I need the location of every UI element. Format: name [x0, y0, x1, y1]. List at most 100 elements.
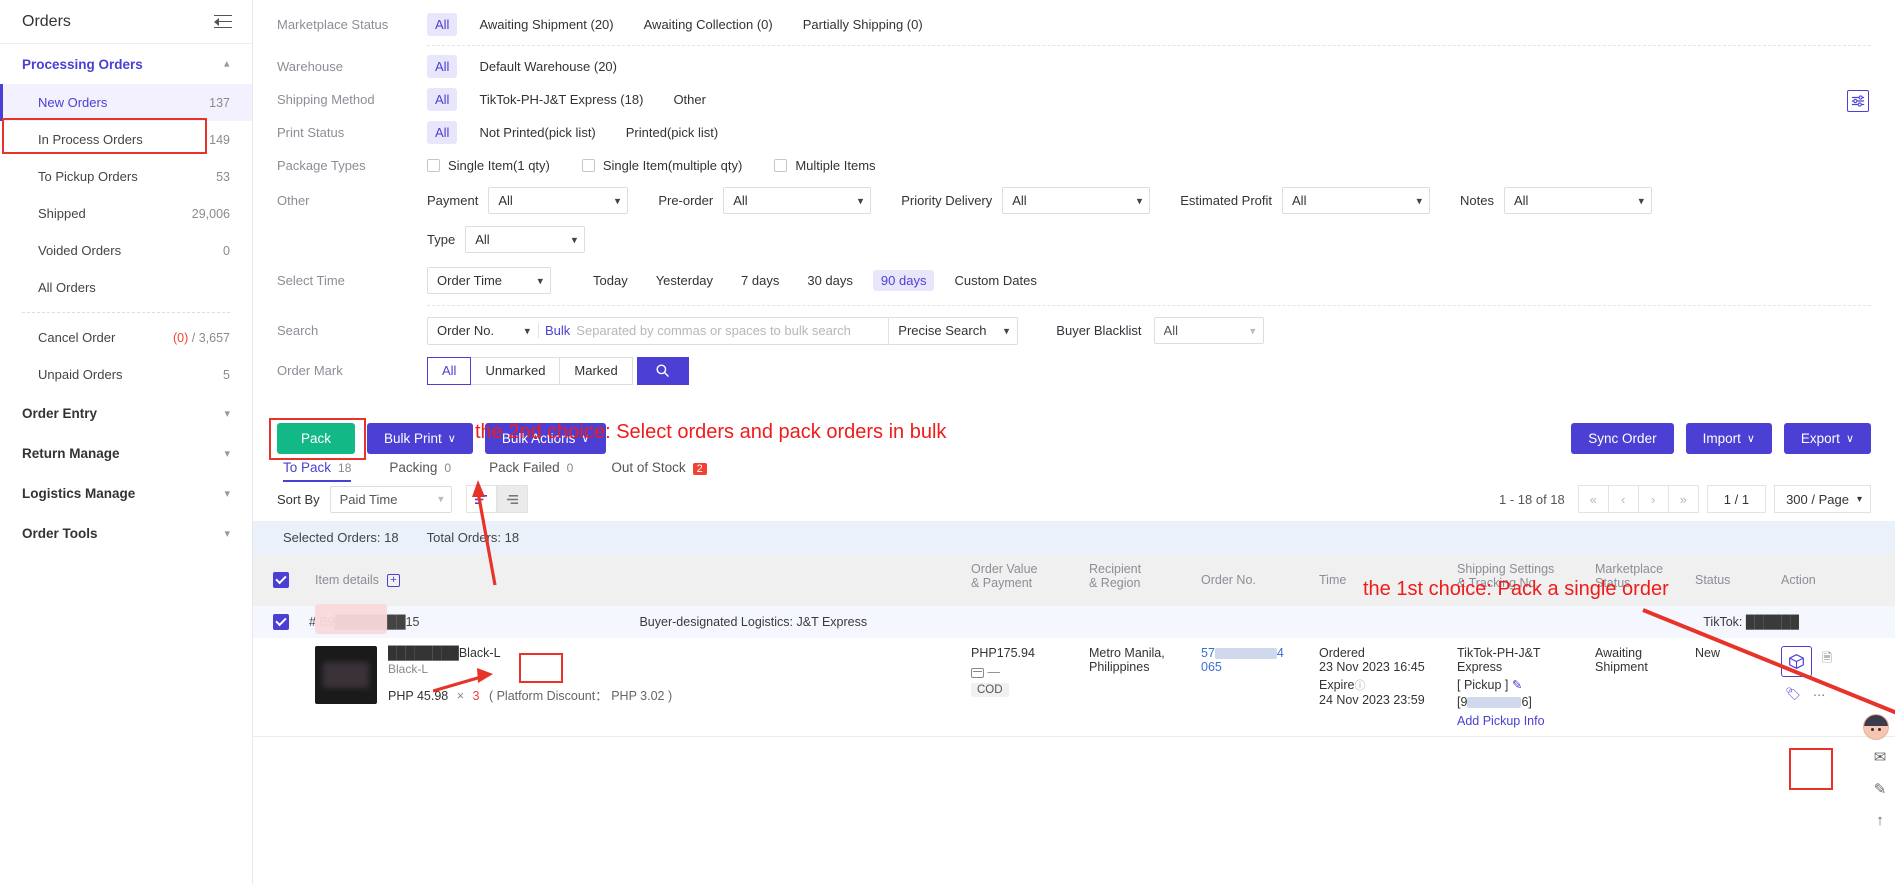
order-no-cell[interactable]: 57 4 065	[1195, 638, 1313, 682]
checkbox-single-item-multiple-qty[interactable]: Single Item(multiple qty)	[581, 158, 742, 173]
buyer-blacklist-select[interactable]: All	[1153, 317, 1264, 344]
cancel-order-total-count: / 3,657	[188, 330, 230, 345]
sidebar-item-unpaid-orders[interactable]: Unpaid Orders 5	[0, 356, 252, 393]
filter-marketplace-status-partially-shipping[interactable]: Partially Shipping (0)	[795, 13, 931, 36]
time-field-select[interactable]: Order Time	[427, 267, 551, 294]
collapse-icon[interactable]	[214, 14, 232, 29]
priority-delivery-select[interactable]: All	[1002, 187, 1151, 214]
filter-warehouse-all[interactable]: All	[427, 55, 458, 78]
filter-shipping-method-jt[interactable]: TikTok-PH-J&T Express (18)	[471, 88, 651, 111]
filter-warehouse-default[interactable]: Default Warehouse (20)	[471, 55, 625, 78]
avatar[interactable]	[1863, 714, 1889, 740]
time-7-days[interactable]: 7 days	[733, 270, 787, 291]
buyer-blacklist-filter: Buyer Blacklist All	[1056, 317, 1264, 344]
filter-print-status-all[interactable]: All	[427, 121, 458, 144]
edit-icon[interactable]: ✎	[1512, 678, 1522, 692]
filter-shipping-method-all[interactable]: All	[427, 88, 458, 111]
tab-pack-failed[interactable]: Pack Failed 0	[489, 460, 573, 475]
pagination-current-page[interactable]: 1 / 1	[1706, 485, 1767, 513]
filter-print-status-printed[interactable]: Printed(pick list)	[618, 121, 726, 144]
sidebar-item-label: To Pickup Orders	[38, 169, 138, 184]
tab-to-pack[interactable]: To Pack 18	[283, 460, 352, 482]
pack-single-order-button[interactable]	[1781, 646, 1812, 677]
order-mark-all[interactable]: All	[427, 356, 472, 385]
chevron-down-icon: ∨	[1746, 433, 1755, 445]
sort-descending-icon[interactable]	[496, 485, 528, 513]
row-checkbox[interactable]	[273, 614, 289, 630]
sort-ascending-icon[interactable]	[465, 485, 497, 513]
sort-by-label: Sort By	[277, 491, 320, 507]
pagination-page-size[interactable]: 300 / Page ▾	[1774, 485, 1871, 513]
sidebar-group-logistics-manage[interactable]: Logistics Manage ▾	[0, 473, 252, 513]
tab-packing[interactable]: Packing 0	[389, 460, 451, 475]
orders-page: Orders Processing Orders ▾ New Orders 13…	[0, 0, 1895, 884]
tag-icon[interactable]: 🏷	[1785, 687, 1801, 702]
sync-order-button[interactable]: Sync Order	[1571, 423, 1674, 454]
pagination-next-button[interactable]: ›	[1637, 485, 1669, 513]
time-30-days[interactable]: 30 days	[799, 270, 861, 291]
time-90-days[interactable]: 90 days	[872, 270, 935, 291]
time-custom-dates[interactable]: Custom Dates	[946, 270, 1044, 291]
chevron-down-icon: ▾	[224, 447, 230, 460]
feedback-icon[interactable]: ✎	[1874, 780, 1887, 798]
time-yesterday[interactable]: Yesterday	[648, 270, 721, 291]
order-mark-unmarked[interactable]: Unmarked	[471, 356, 561, 385]
sidebar-group-order-tools[interactable]: Order Tools ▾	[0, 513, 252, 553]
expand-all-icon[interactable]: +	[386, 573, 400, 587]
sidebar-group-processing-orders[interactable]: Processing Orders ▾	[0, 44, 252, 84]
sidebar-item-shipped[interactable]: Shipped 29,006	[0, 195, 252, 232]
bulk-print-button[interactable]: Bulk Print ∨	[367, 423, 473, 454]
sidebar-item-cancel-order[interactable]: Cancel Order (0) / 3,657	[0, 319, 252, 356]
checkbox-multiple-items[interactable]: Multiple Items	[774, 158, 876, 173]
search-button[interactable]	[636, 356, 689, 385]
message-icon[interactable]: ✉	[1874, 748, 1887, 766]
sidebar-item-count: 29,006	[191, 206, 230, 221]
filter-marketplace-status-awaiting-shipment[interactable]: Awaiting Shipment (20)	[471, 13, 621, 36]
filter-marketplace-status-all[interactable]: All	[427, 13, 458, 36]
sidebar-item-in-process-orders[interactable]: In Process Orders 149	[0, 121, 252, 158]
scroll-top-icon[interactable]: ↑	[1876, 812, 1884, 829]
filter-print-status-not-printed[interactable]: Not Printed(pick list)	[471, 121, 603, 144]
sidebar-item-all-orders[interactable]: All Orders	[0, 269, 252, 306]
match-mode-select[interactable]: Precise Search	[889, 317, 1018, 344]
checkbox-single-item-1qty[interactable]: Single Item(1 qty)	[427, 158, 550, 173]
sort-by-select[interactable]: Paid Time	[329, 485, 452, 513]
sidebar-item-new-orders[interactable]: New Orders 137	[0, 84, 252, 121]
time-today[interactable]: Today	[585, 270, 636, 291]
help-icon[interactable]: ⓘ	[1354, 680, 1365, 692]
status-cell: New	[1695, 646, 1721, 660]
pagination-last-button[interactable]: »	[1667, 485, 1699, 513]
estimated-profit-select[interactable]: All	[1282, 187, 1431, 214]
more-icon[interactable]: ⋯	[1813, 687, 1826, 702]
search-box: Order No. Bulk Precise Search	[427, 316, 1019, 345]
chevron-down-icon: ▾	[224, 487, 230, 500]
filter-row-select-time: Select Time Order Time Today Yesterday 7…	[253, 264, 1895, 297]
pagination-prev-button[interactable]: ‹	[1607, 485, 1639, 513]
select-all-checkbox[interactable]	[273, 572, 289, 588]
order-mark-marked[interactable]: Marked	[560, 356, 633, 385]
bulk-actions-button[interactable]: Bulk Actions ∨	[484, 423, 607, 454]
sidebar-group-order-entry[interactable]: Order Entry ▾	[0, 393, 252, 433]
bulk-search-link[interactable]: Bulk	[539, 323, 576, 338]
search-input[interactable]	[576, 323, 889, 338]
tab-out-of-stock[interactable]: Out of Stock 2	[611, 460, 707, 475]
import-button[interactable]: Import ∨	[1685, 423, 1772, 454]
notes-select[interactable]: All	[1503, 187, 1652, 214]
filter-row-warehouse: Warehouse All Default Warehouse (20)	[253, 50, 1895, 83]
filter-marketplace-status-awaiting-collection[interactable]: Awaiting Collection (0)	[636, 13, 781, 36]
filter-shipping-method-other[interactable]: Other	[665, 88, 714, 111]
search-field-select[interactable]: Order No.	[428, 317, 538, 344]
pack-button[interactable]: Pack	[277, 423, 355, 454]
sidebar-item-voided-orders[interactable]: Voided Orders 0	[0, 232, 252, 269]
payment-select[interactable]: All	[488, 187, 629, 214]
add-pickup-info-link[interactable]: Add Pickup Info	[1457, 714, 1583, 728]
export-button[interactable]: Export ∨	[1783, 423, 1871, 454]
sidebar-group-return-manage[interactable]: Return Manage ▾	[0, 433, 252, 473]
sidebar-item-to-pickup-orders[interactable]: To Pickup Orders 53	[0, 158, 252, 195]
status-tabs: To Pack 18 Packing 0 Pack Failed 0 Out o…	[253, 454, 1895, 482]
type-select[interactable]: All	[465, 226, 586, 253]
column-config-icon[interactable]	[1847, 90, 1869, 112]
preorder-select[interactable]: All	[723, 187, 872, 214]
pagination-first-button[interactable]: «	[1577, 485, 1609, 513]
note-icon[interactable]: 🗎	[1822, 649, 1832, 670]
